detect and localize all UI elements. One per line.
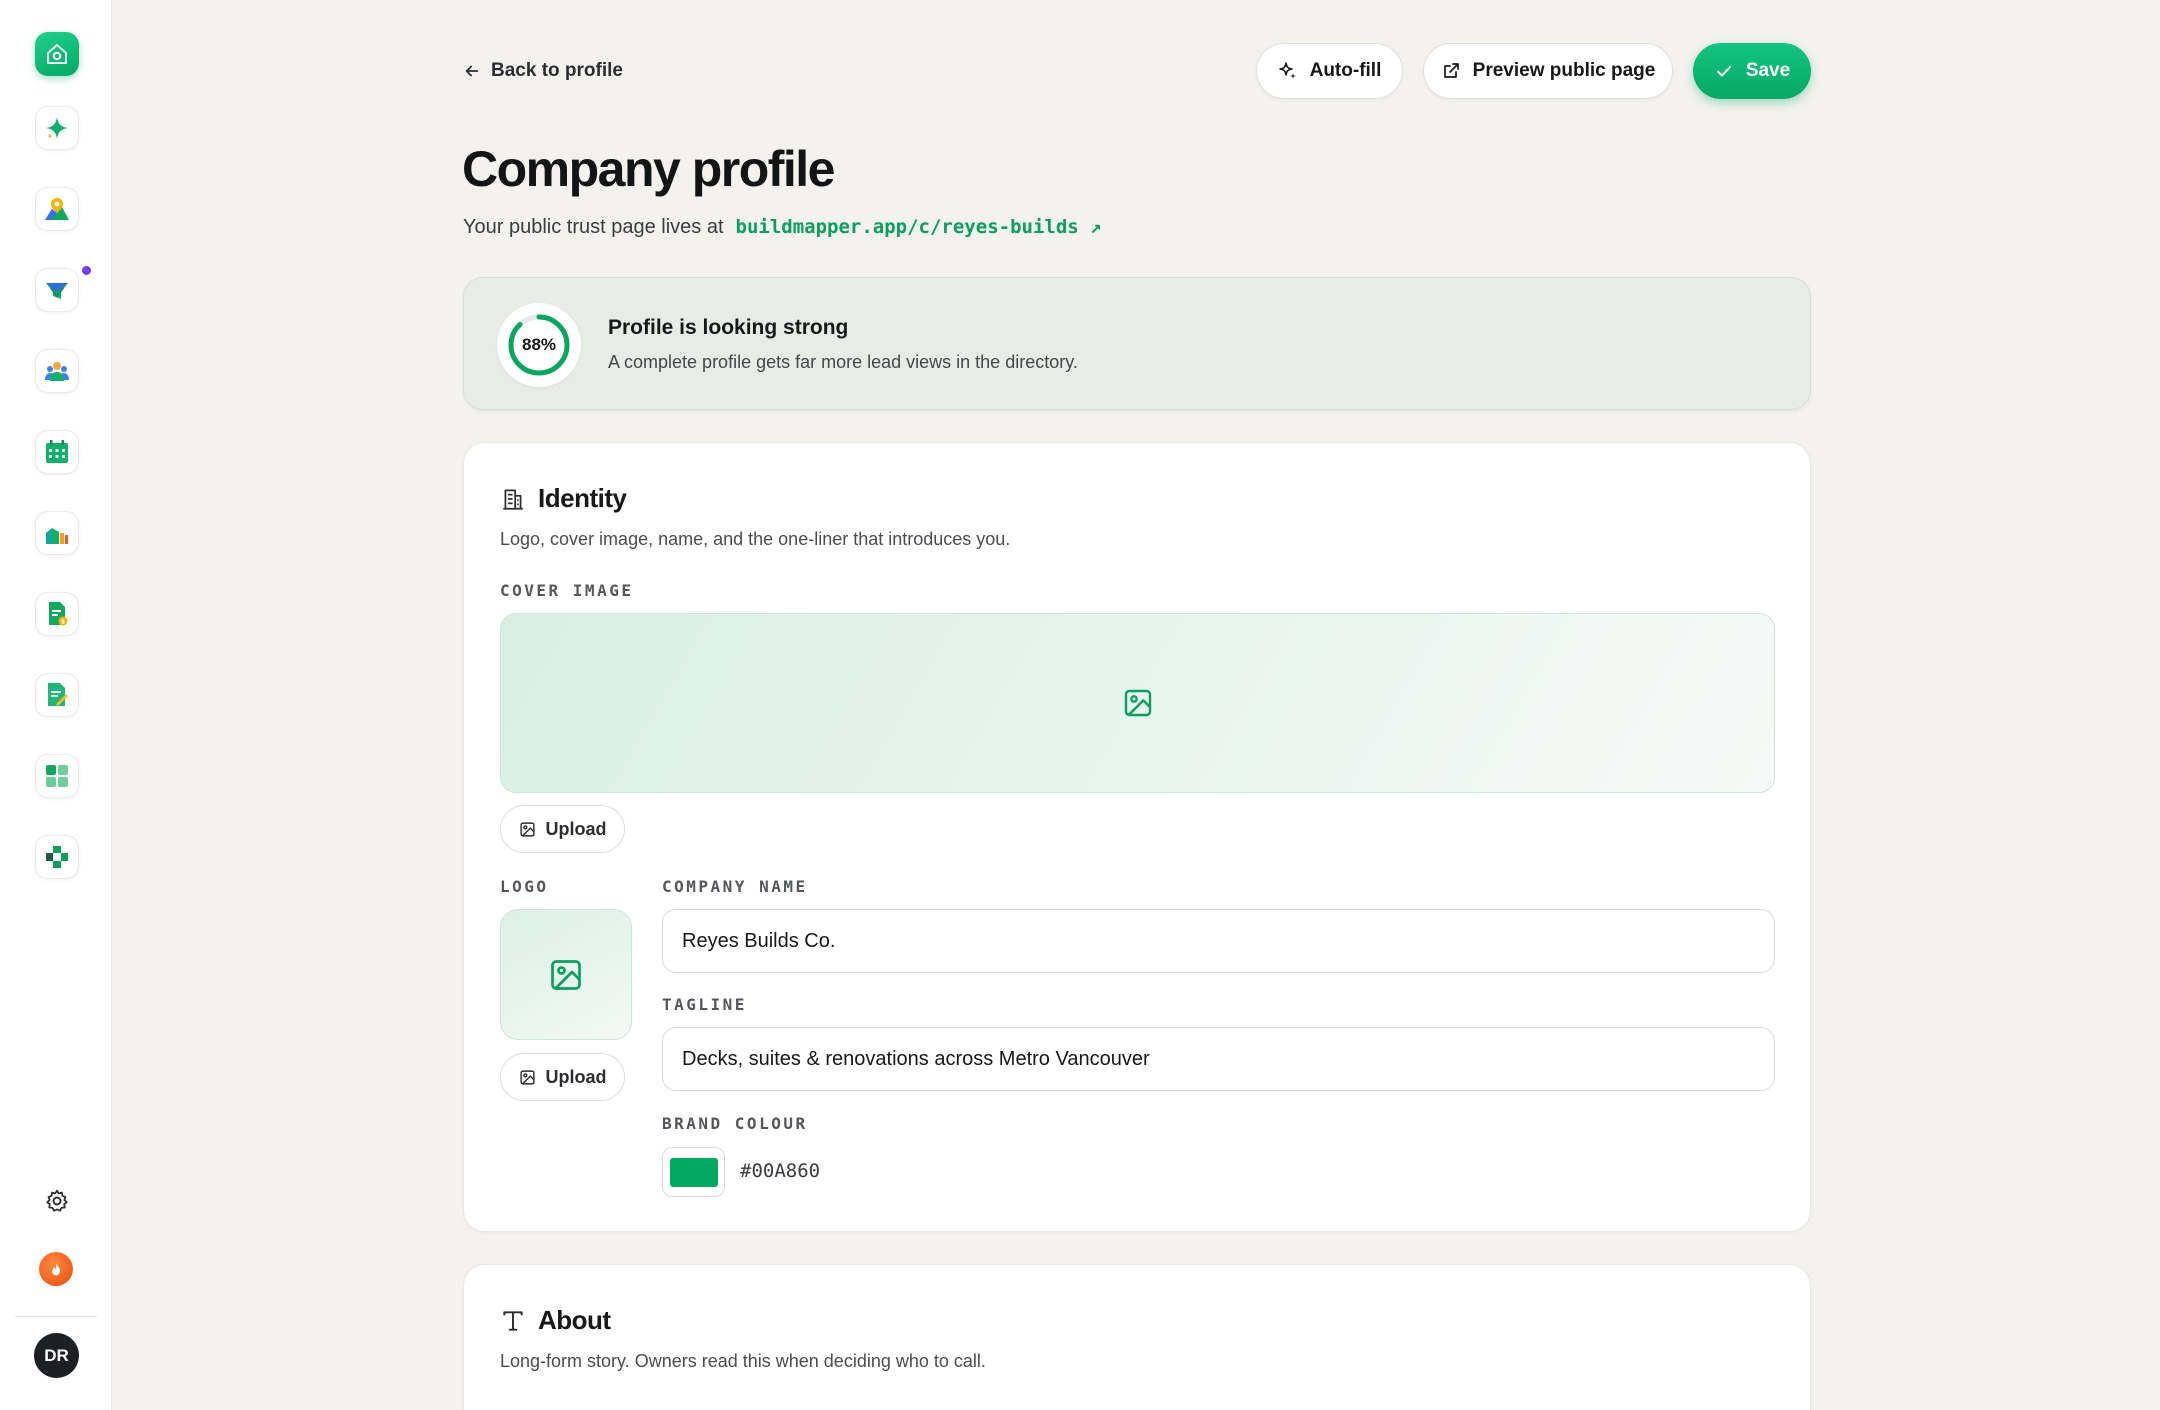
- cover-image-label: COVER IMAGE: [500, 581, 634, 600]
- company-name-label: COMPANY NAME: [662, 877, 808, 896]
- analytics-icon: [46, 528, 68, 544]
- back-to-profile-label: Back to profile: [491, 60, 623, 81]
- sidebar-item-leads[interactable]: [35, 268, 79, 312]
- about-section: About Long-form story. Owners read this …: [463, 1264, 1811, 1410]
- home-icon: [47, 44, 67, 64]
- sidebar-item-integrations[interactable]: [35, 835, 79, 879]
- brand-colour-hex[interactable]: #00A860: [740, 1160, 820, 1182]
- tagline-input[interactable]: Decks, suites & renovations across Metro…: [662, 1027, 1775, 1091]
- svg-text:$: $: [61, 619, 65, 626]
- profile-strength-card: 88% Profile is looking strong A complete…: [463, 277, 1811, 410]
- sidebar-item-home[interactable]: [35, 32, 79, 76]
- identity-section: Identity Logo, cover image, name, and th…: [463, 442, 1811, 1232]
- page-subtitle: Your public trust page lives at buildmap…: [463, 214, 1102, 240]
- identity-heading: Identity: [500, 483, 627, 514]
- public-url-link[interactable]: buildmapper.app/c/reyes-builds ↗: [736, 216, 1102, 238]
- flame-icon: [52, 1262, 60, 1276]
- sidebar-item-map[interactable]: [35, 187, 79, 231]
- company-name-input[interactable]: Reyes Builds Co.: [662, 909, 1775, 973]
- arrow-left-icon: [465, 65, 479, 77]
- text-type-icon: [503, 1310, 523, 1331]
- integrations-icon: [46, 846, 68, 868]
- map-pin-icon: [45, 198, 69, 220]
- page-title: Company profile: [462, 141, 835, 197]
- document-edit-icon: [48, 683, 68, 706]
- save-label: Save: [1745, 60, 1791, 81]
- sidebar-item-analytics[interactable]: [35, 511, 79, 555]
- logo-label: LOGO: [500, 877, 549, 896]
- about-description: Long-form story. Owners read this when d…: [500, 1351, 986, 1371]
- check-icon: [1716, 66, 1731, 77]
- preview-public-page-label: Preview public page: [1472, 60, 1656, 81]
- sparkles-icon: [1278, 62, 1296, 79]
- logo-upload-label: Upload: [545, 1066, 607, 1087]
- back-to-profile-link[interactable]: Back to profile: [463, 58, 623, 84]
- preview-public-page-button[interactable]: Preview public page: [1423, 43, 1673, 99]
- sidebar-item-invoices[interactable]: $: [35, 592, 79, 636]
- sidebar-item-documents[interactable]: [35, 673, 79, 717]
- auto-fill-button[interactable]: Auto-fill: [1256, 43, 1403, 99]
- about-heading-label: About: [538, 1305, 611, 1335]
- identity-heading-label: Identity: [538, 483, 627, 513]
- brand-colour-swatch: [669, 1157, 718, 1187]
- sidebar-divider: [15, 1316, 97, 1317]
- status-description: A complete profile gets far more lead vi…: [608, 352, 1078, 372]
- brand-colour-label: BRAND COLOUR: [662, 1114, 808, 1133]
- external-link-icon: [1443, 63, 1459, 78]
- app-sidebar: $ DR: [0, 0, 112, 1410]
- auto-fill-label: Auto-fill: [1309, 60, 1382, 81]
- invoice-icon: $: [49, 602, 68, 626]
- user-avatar[interactable]: DR: [34, 1333, 79, 1378]
- image-placeholder-icon: [1124, 689, 1151, 717]
- cover-image-dropzone[interactable]: [500, 613, 1775, 793]
- cover-upload-label: Upload: [545, 818, 607, 839]
- cover-upload-button[interactable]: Upload: [500, 805, 625, 853]
- image-icon: [519, 1069, 535, 1085]
- save-button[interactable]: Save: [1693, 43, 1811, 99]
- calendar-icon: [46, 440, 68, 463]
- sidebar-item-apps[interactable]: [35, 754, 79, 798]
- sparkle-icon: [46, 117, 68, 139]
- notification-dot: [82, 266, 91, 275]
- leads-funnel-icon: [46, 283, 68, 299]
- tagline-label: TAGLINE: [662, 995, 747, 1014]
- sidebar-item-ai-assistant[interactable]: [35, 106, 79, 150]
- apps-grid-icon: [46, 765, 68, 787]
- status-title: Profile is looking strong: [608, 316, 849, 339]
- completion-percent: 88%: [521, 335, 557, 354]
- logo-dropzone[interactable]: [500, 909, 632, 1040]
- team-icon: [45, 362, 69, 381]
- settings-button[interactable]: [35, 1179, 79, 1223]
- streak-button[interactable]: [39, 1252, 73, 1286]
- about-heading: About: [500, 1305, 611, 1336]
- completion-ring: 88%: [497, 303, 581, 387]
- sidebar-item-calendar[interactable]: [35, 430, 79, 474]
- building-icon: [503, 488, 523, 510]
- sidebar-item-team[interactable]: [35, 349, 79, 393]
- identity-description: Logo, cover image, name, and the one-lin…: [500, 529, 1011, 549]
- gear-icon: [46, 1189, 68, 1212]
- logo-upload-button[interactable]: Upload: [500, 1053, 625, 1101]
- subtitle-text: Your public trust page lives at: [463, 215, 724, 238]
- image-placeholder-icon: [551, 959, 581, 990]
- image-icon: [519, 821, 535, 837]
- brand-colour-picker[interactable]: [662, 1147, 725, 1197]
